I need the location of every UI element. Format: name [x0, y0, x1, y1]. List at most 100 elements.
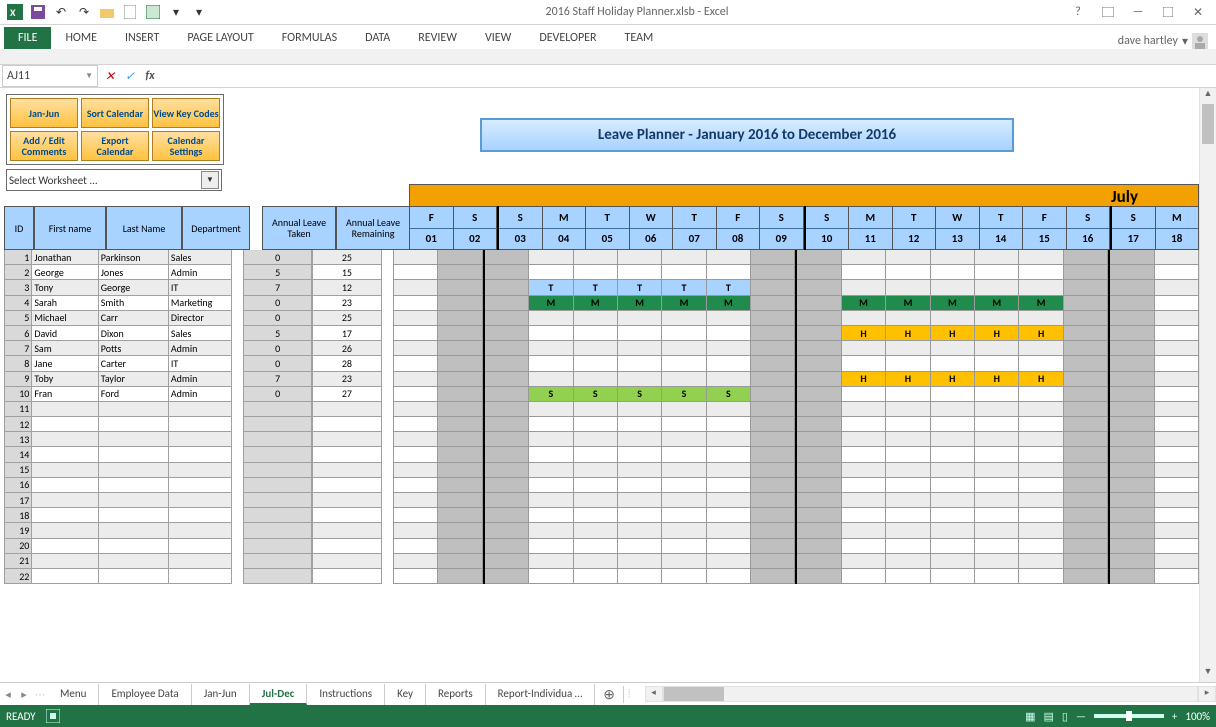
cal-cell[interactable] — [438, 341, 482, 356]
cal-cell[interactable] — [1019, 447, 1063, 462]
cal-cell[interactable] — [1064, 356, 1108, 371]
cal-cell[interactable] — [886, 341, 930, 356]
cal-cell[interactable] — [842, 341, 886, 356]
cal-cell[interactable] — [485, 402, 529, 417]
cal-cell[interactable] — [618, 356, 662, 371]
cal-cell[interactable] — [1155, 296, 1199, 311]
cal-cell[interactable] — [886, 569, 930, 584]
cal-cell[interactable] — [1110, 539, 1154, 554]
cal-cell[interactable] — [886, 478, 930, 493]
cal-cell[interactable]: H — [1019, 372, 1063, 387]
cal-cell[interactable] — [393, 387, 438, 402]
cal-cell[interactable] — [662, 493, 706, 508]
cal-cell[interactable] — [485, 265, 529, 280]
cal-cell[interactable] — [529, 447, 573, 462]
cal-cell[interactable] — [751, 554, 795, 569]
leave-code[interactable]: H — [842, 326, 885, 340]
cell-dept[interactable]: Admin — [169, 341, 232, 356]
cal-cell[interactable]: H — [931, 372, 975, 387]
sheet-tab-employee-data[interactable]: Employee Data — [99, 684, 191, 705]
leave-code[interactable]: S — [574, 387, 617, 401]
cal-cell[interactable] — [1110, 341, 1154, 356]
cal-cell[interactable] — [842, 250, 886, 265]
cal-cell[interactable] — [618, 402, 662, 417]
zoom-in-icon[interactable]: + — [1172, 710, 1177, 723]
cal-cell[interactable] — [931, 523, 975, 538]
cal-cell[interactable] — [975, 356, 1019, 371]
cal-cell[interactable]: T — [529, 280, 573, 295]
cal-cell[interactable] — [886, 356, 930, 371]
cal-cell[interactable] — [1110, 569, 1154, 584]
cal-cell[interactable] — [1110, 296, 1154, 311]
cal-cell[interactable] — [842, 447, 886, 462]
cal-cell[interactable]: H — [842, 326, 886, 341]
cal-cell[interactable] — [438, 372, 482, 387]
cal-cell[interactable] — [751, 463, 795, 478]
cal-cell[interactable]: T — [618, 280, 662, 295]
cal-cell[interactable] — [574, 402, 618, 417]
cal-cell[interactable] — [842, 539, 886, 554]
cal-cell[interactable] — [975, 432, 1019, 447]
cal-cell[interactable] — [574, 311, 618, 326]
cal-cell[interactable] — [751, 250, 795, 265]
cal-cell[interactable] — [1064, 372, 1108, 387]
cal-cell[interactable] — [1110, 372, 1154, 387]
formula-input[interactable] — [160, 69, 1216, 83]
cal-cell[interactable] — [618, 569, 662, 584]
cal-cell[interactable] — [931, 356, 975, 371]
cal-cell[interactable] — [797, 463, 841, 478]
cell-first[interactable]: Toby — [32, 372, 98, 387]
cal-cell[interactable] — [662, 432, 706, 447]
cal-cell[interactable] — [751, 296, 795, 311]
cell-id[interactable]: 2 — [4, 265, 32, 280]
cal-cell[interactable] — [438, 508, 482, 523]
leave-code[interactable]: M — [1019, 296, 1062, 310]
new-icon[interactable] — [119, 2, 141, 22]
cell-last[interactable]: Parkinson — [99, 250, 169, 265]
cal-cell[interactable] — [886, 539, 930, 554]
leave-code[interactable]: H — [931, 372, 974, 386]
cal-cell[interactable] — [393, 523, 438, 538]
cal-cell[interactable]: H — [842, 372, 886, 387]
cal-cell[interactable] — [1064, 326, 1108, 341]
cal-cell[interactable] — [574, 508, 618, 523]
cal-cell[interactable] — [618, 508, 662, 523]
cal-cell[interactable] — [1110, 250, 1154, 265]
cal-cell[interactable] — [931, 493, 975, 508]
open-icon[interactable] — [96, 2, 118, 22]
cal-cell[interactable] — [931, 478, 975, 493]
cal-cell[interactable] — [797, 326, 841, 341]
leave-code[interactable]: S — [707, 387, 750, 401]
cell-last[interactable]: Carter — [99, 356, 169, 371]
cal-cell[interactable]: M — [529, 296, 573, 311]
cal-cell[interactable] — [1019, 432, 1063, 447]
cal-cell[interactable]: H — [975, 326, 1019, 341]
cal-cell[interactable] — [707, 554, 751, 569]
cell-taken[interactable] — [243, 402, 312, 417]
cal-cell[interactable] — [438, 326, 482, 341]
cal-cell[interactable] — [1064, 417, 1108, 432]
cell-last[interactable]: Potts — [99, 341, 169, 356]
cell-id[interactable]: 13 — [4, 432, 32, 447]
cal-cell[interactable] — [1064, 432, 1108, 447]
cal-cell[interactable] — [485, 432, 529, 447]
cell-taken[interactable] — [243, 539, 312, 554]
cal-cell[interactable] — [797, 265, 841, 280]
cell-dept[interactable]: IT — [169, 280, 232, 295]
cal-cell[interactable] — [618, 493, 662, 508]
cell-remain[interactable]: 25 — [312, 250, 381, 265]
cal-cell[interactable] — [574, 478, 618, 493]
cell-remain[interactable]: 27 — [312, 387, 381, 402]
cal-cell[interactable] — [975, 250, 1019, 265]
cell-taken[interactable]: 0 — [243, 387, 312, 402]
cal-cell[interactable] — [931, 250, 975, 265]
cal-cell[interactable] — [1110, 508, 1154, 523]
cal-cell[interactable] — [931, 402, 975, 417]
macro-btn-view-key-codes[interactable]: View Key Codes — [152, 98, 220, 128]
cal-cell[interactable] — [886, 493, 930, 508]
cal-cell[interactable] — [393, 539, 438, 554]
cell-remain[interactable] — [312, 478, 381, 493]
leave-code[interactable]: M — [975, 296, 1018, 310]
cell-remain[interactable]: 23 — [312, 372, 381, 387]
cal-cell[interactable] — [393, 356, 438, 371]
